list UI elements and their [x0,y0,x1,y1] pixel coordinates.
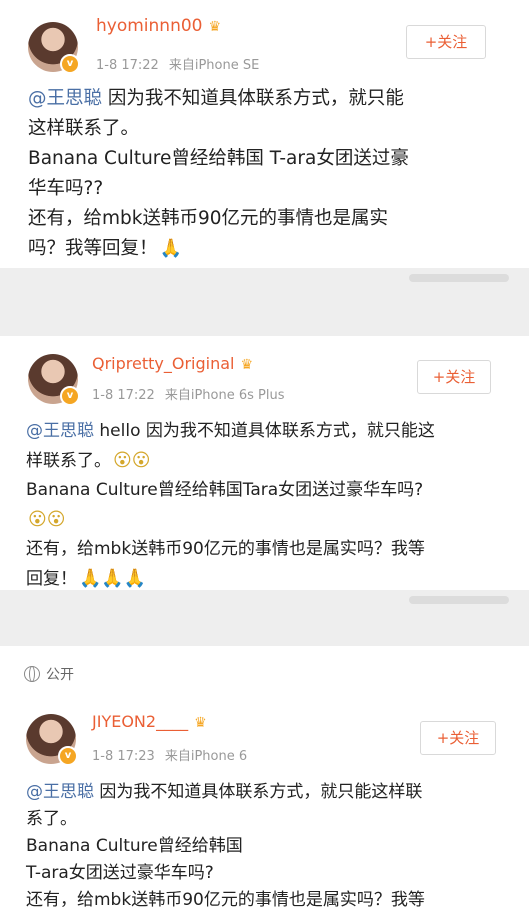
post-source: 来自iPhone 6s Plus [164,388,285,403]
blurred-footer [409,274,509,282]
post-time: 1-8 17:23 [92,749,155,764]
post-line: Banana Culture曾经给韩国 [26,836,243,856]
crown-icon: ♛ [208,19,222,35]
post-line: @王思聪 hello 因为我不知道具体联系方式，就只能这 [26,421,435,441]
crown-icon: ♛ [240,357,254,373]
post-line: 还有，给mbk送韩币90亿元的事情也是属实吗？我等 [26,539,425,559]
post-line: @王思聪 因为我不知道具体联系方式，就只能 [28,88,404,109]
mention-link[interactable]: @王思聪 [26,421,94,441]
post-meta: 1-8 17:23 来自iPhone 6 [92,745,247,764]
visibility-public: 公开 [24,664,74,684]
post-line: T-ara女团送过豪华车吗? [26,863,214,883]
post-source: 来自iPhone 6 [164,749,248,764]
post-line: 这样联系了。 [28,118,140,139]
post-text: @王思聪 hello 因为我不知道具体联系方式，就只能这 样联系了。 😮😮 Ban… [26,417,516,594]
post-line: @王思聪 因为我不知道具体联系方式，就只能这样联 [26,782,423,802]
crown-icon: ♛ [194,715,207,731]
post-text: @王思聪 因为我不知道具体联系方式，就只能这样联 系了。 Banana Cult… [26,779,516,914]
follow-button[interactable]: +关注 [420,721,496,755]
post-line: Banana Culture曾经给韩国Tara女团送过豪华车吗? [26,480,424,500]
username[interactable]: hyominnn00 ♛ [96,16,221,36]
verified-badge-icon: v [60,386,80,406]
post-source: 来自iPhone SE [168,58,260,73]
avatar[interactable]: v [28,354,80,406]
verified-badge-icon: v [60,54,80,74]
follow-button[interactable]: +关注 [417,360,491,394]
post-line: 还有，给mbk送韩币90亿元的事情也是属实吗？我等 [26,890,425,910]
separator [0,590,529,646]
praying-hands-icon: 🙏 [159,238,182,259]
blurred-footer [409,596,509,604]
post-3: v JIYEON2____ ♛ 1-8 17:23 来自iPhone 6 +关注 @… [0,700,529,914]
post-line: 还有，给mbk送韩币90亿元的事情也是属实 [28,208,389,229]
post-text: @王思聪 因为我不知道具体联系方式，就只能 这样联系了。 Banana Cult… [28,84,508,264]
praying-hands-icon: 🙏🙏🙏 [79,568,147,589]
post-meta: 1-8 17:22 来自iPhone 6s Plus [92,384,285,403]
post-meta: 1-8 17:22 来自iPhone SE [96,54,259,73]
post-line: 😮😮 [26,505,516,535]
globe-icon [24,666,40,682]
post-1: v hyominnn00 ♛ 1-8 17:22 来自iPhone SE +关注 @… [0,0,529,270]
emoji-icon: 😮😮 [113,450,151,471]
post-line: Banana Culture曾经给韩国 T-ara女团送过豪 [28,148,409,169]
separator [0,268,529,336]
mention-link[interactable]: @王思聪 [28,88,102,109]
post-line: 样联系了。 😮😮 [26,446,516,476]
mention-link[interactable]: @王思聪 [26,782,94,802]
post-2: v Qripretty_Original ♛ 1-8 17:22 来自iPhone … [0,336,529,590]
emoji-icon: 😮😮 [28,509,66,530]
post-time: 1-8 17:22 [92,388,155,403]
post-line: 系了。 [26,809,77,829]
avatar[interactable]: v [28,22,80,74]
username[interactable]: Qripretty_Original ♛ [92,354,253,373]
post-time: 1-8 17:22 [96,58,159,73]
post-line: 华车吗?? [28,178,104,199]
follow-button[interactable]: +关注 [406,25,486,59]
avatar[interactable]: v [26,714,78,766]
verified-badge-icon: v [58,746,78,766]
username[interactable]: JIYEON2____ ♛ [92,712,207,731]
post-line: 吗？我等回复！ 🙏 [28,234,508,264]
